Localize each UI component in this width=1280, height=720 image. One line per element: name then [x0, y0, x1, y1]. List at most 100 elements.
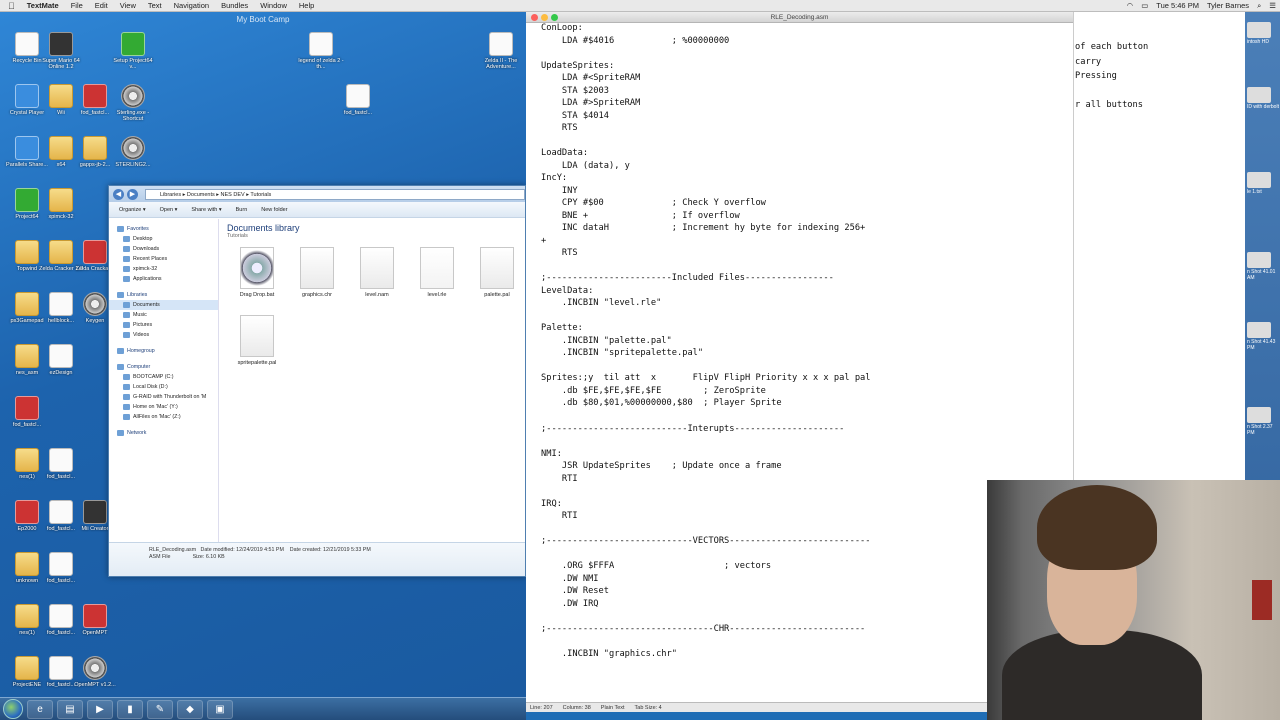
secondary-editor[interactable]: of each button carry Pressing r all buttons — [1073, 12, 1245, 482]
mac-desktop-icon[interactable]: n Shot 41.01 AM — [1247, 252, 1280, 281]
code-line[interactable]: INY — [541, 185, 871, 198]
code-line[interactable]: .INCBIN "graphics.chr" — [541, 648, 871, 661]
nav-item[interactable]: Pictures — [109, 320, 218, 330]
nav-item[interactable]: Documents — [109, 300, 218, 310]
menu-navigation[interactable]: Navigation — [174, 1, 209, 10]
mac-desktop-icon[interactable]: intosh HD — [1247, 22, 1280, 45]
mac-desktop-icon[interactable]: n Shot 2.37 PM — [1247, 407, 1280, 436]
tool-icon[interactable]: ✎ — [147, 699, 173, 719]
desktop-icon[interactable]: fod_fastcl... — [38, 552, 84, 584]
code-line[interactable]: .INCBIN "spritepalette.pal" — [541, 347, 871, 360]
desktop-icon[interactable]: nes_asm — [4, 344, 50, 376]
status-line[interactable]: Line: 207 — [530, 703, 553, 712]
menu-help[interactable]: Help — [299, 1, 314, 10]
file-item[interactable]: graphics.chr — [287, 247, 347, 315]
menu-text[interactable]: Text — [148, 1, 162, 10]
desktop-icon[interactable]: Setup Project64 v... — [110, 32, 156, 70]
nav-item[interactable]: Desktop — [109, 234, 218, 244]
list-icon[interactable]: ☰ — [1269, 1, 1276, 10]
code-line[interactable]: + — [541, 235, 871, 248]
code-line[interactable]: .INCBIN "palette.pal" — [541, 335, 871, 348]
new-folder-button[interactable]: New folder — [261, 207, 287, 213]
secondary-code-line[interactable]: Pressing — [1075, 69, 1148, 84]
menu-window[interactable]: Window — [260, 1, 287, 10]
user-name[interactable]: Tyler Barnes — [1207, 1, 1249, 10]
explorer-taskbar-icon[interactable]: ▤ — [57, 699, 83, 719]
nav-item[interactable]: Applications — [109, 274, 218, 284]
menu-file[interactable]: File — [71, 1, 83, 10]
code-line[interactable] — [541, 523, 871, 536]
secondary-code-line[interactable]: carry — [1075, 55, 1148, 70]
nav-item[interactable]: Home on 'Mac' (Y:) — [109, 402, 218, 412]
desktop-icon[interactable]: legend of zelda 2 - th... — [298, 32, 344, 70]
apple-menu-icon[interactable]:  — [8, 1, 15, 11]
file-item[interactable]: level.rle — [407, 247, 467, 315]
organize-button[interactable]: Organize ▾ — [119, 207, 146, 213]
code-line[interactable]: .ORG $FFFA ; vectors — [541, 560, 871, 573]
secondary-code-line[interactable] — [1075, 84, 1148, 99]
nav-item[interactable]: Network — [109, 428, 218, 438]
app-menu[interactable]: TextMate — [27, 1, 59, 10]
cmd-icon[interactable]: ▮ — [117, 699, 143, 719]
mac-desktop-icon[interactable]: le 1.txt — [1247, 172, 1280, 195]
code-line[interactable]: Sprites:;y til att x FlipV FlipH Priorit… — [541, 372, 871, 385]
code-line[interactable] — [541, 135, 871, 148]
menu-view[interactable]: View — [120, 1, 136, 10]
search-icon[interactable]: ⌕ — [1257, 1, 1261, 11]
desktop-icon[interactable]: STERLING2... — [110, 136, 156, 168]
status-tab-size[interactable]: Tab Size: 4 — [635, 703, 662, 712]
code-line[interactable]: ;--------------------------------CHR----… — [541, 623, 871, 636]
share-button[interactable]: Share with ▾ — [191, 207, 221, 213]
nav-item[interactable]: G-RAID with Thunderbolt on 'M — [109, 392, 218, 402]
code-line[interactable]: INC dataH ; Increment hy byte for indexi… — [541, 222, 871, 235]
code-line[interactable]: JSR UpdateSprites ; Update once a frame — [541, 460, 871, 473]
code-line[interactable] — [541, 548, 871, 561]
code-line[interactable]: NMI: — [541, 448, 871, 461]
file-item[interactable]: palette.pal — [467, 247, 526, 315]
nav-item[interactable]: Local Disk (D:) — [109, 382, 218, 392]
secondary-code-line[interactable]: r all buttons — [1075, 98, 1148, 113]
nav-item[interactable]: Favorites — [109, 224, 218, 234]
nav-item[interactable]: Homegroup — [109, 346, 218, 356]
desktop-icon[interactable]: ps3Gamepad — [4, 292, 50, 324]
desktop-icon[interactable]: fod_fastcl... — [335, 84, 381, 116]
code-line[interactable] — [541, 610, 871, 623]
desktop-icon[interactable]: xpimck-32 — [38, 188, 84, 220]
menu-edit[interactable]: Edit — [95, 1, 108, 10]
code-line[interactable] — [541, 635, 871, 648]
secondary-code-line[interactable]: of each button — [1075, 40, 1148, 55]
code-line[interactable]: LDA #<SpriteRAM — [541, 72, 871, 85]
desktop-icon[interactable]: OpenMPT v1.2... — [72, 656, 118, 688]
desktop-icon[interactable]: fod_fastcl... — [4, 396, 50, 428]
start-button[interactable] — [3, 699, 23, 719]
desktop-icon[interactable]: Sterling.exe - Shortcut — [110, 84, 156, 122]
burn-button[interactable]: Burn — [236, 207, 248, 213]
secondary-code-text[interactable]: of each button carry Pressing r all buttons — [1075, 40, 1148, 113]
code-line[interactable]: STA $4014 — [541, 110, 871, 123]
battery-icon[interactable]: ▭ — [1141, 1, 1148, 10]
menu-bundles[interactable]: Bundles — [221, 1, 248, 10]
nav-item[interactable]: Recent Places — [109, 254, 218, 264]
code-line[interactable]: LoadData: — [541, 147, 871, 160]
code-line[interactable] — [541, 485, 871, 498]
ie-icon[interactable]: e — [27, 699, 53, 719]
desktop-icon[interactable]: fod_fastcl... — [38, 448, 84, 480]
code-line[interactable]: .DW Reset — [541, 585, 871, 598]
code-line[interactable]: IncY: — [541, 172, 871, 185]
code-line[interactable]: RTS — [541, 122, 871, 135]
wifi-icon[interactable]: ◠ — [1127, 1, 1134, 10]
code-line[interactable] — [541, 260, 871, 273]
nav-item[interactable]: xpimck-32 — [109, 264, 218, 274]
code-line[interactable] — [541, 47, 871, 60]
code-line[interactable]: .DW IRQ — [541, 598, 871, 611]
minimize-icon[interactable] — [541, 14, 548, 21]
address-bar[interactable]: Libraries ▸ Documents ▸ NES DEV ▸ Tutori… — [145, 188, 525, 200]
desktop-icon[interactable]: OpenMPT — [72, 604, 118, 636]
code-line[interactable]: ConLoop: — [541, 23, 871, 35]
code-line[interactable] — [541, 360, 871, 373]
nav-item[interactable]: AllFiles on 'Mac' (Z:) — [109, 412, 218, 422]
zoom-icon[interactable] — [551, 14, 558, 21]
emulator-icon[interactable]: ▣ — [207, 699, 233, 719]
code-line[interactable]: LDA (data), y — [541, 160, 871, 173]
code-line[interactable]: RTI — [541, 510, 871, 523]
